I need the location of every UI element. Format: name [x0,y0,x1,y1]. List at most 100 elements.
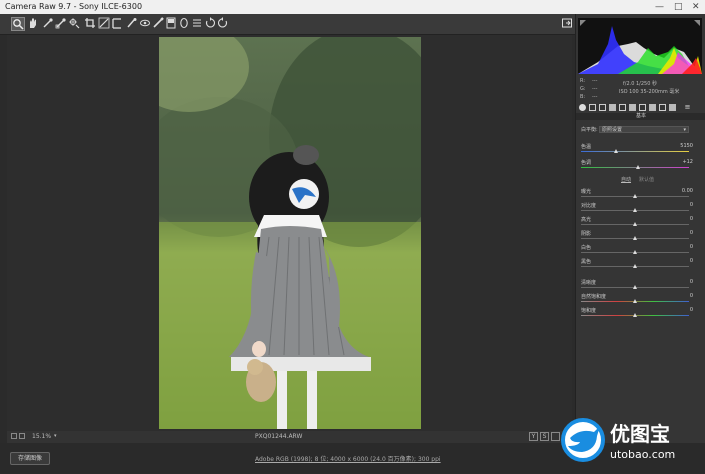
slider-thumb[interactable] [633,313,637,317]
slider-value[interactable]: 0 [690,258,693,264]
adjustment-brush-icon[interactable] [138,17,152,31]
minimize-button[interactable]: — [655,0,664,14]
zoom-out-button[interactable] [11,433,17,439]
camera-calibration-tab-icon[interactable] [649,104,656,111]
slider-value[interactable]: 0 [690,293,693,299]
settings-icon[interactable] [551,432,560,441]
zoom-level[interactable]: 15.1% [32,433,51,440]
slider-label: 对比度 [581,203,597,209]
camera-info: R: --- G: --- B: --- f/2.0 1/250 秒 ISO 1… [578,76,702,102]
graduated-filter-icon[interactable] [151,17,165,31]
slider-thumb[interactable] [613,149,618,153]
detail-tab-icon[interactable] [599,104,606,111]
r-value: --- [592,78,598,84]
lens-tab-icon[interactable] [629,104,636,111]
slider-value[interactable]: 0 [690,216,693,222]
slider-thumb[interactable] [633,222,637,226]
color-sampler-icon[interactable] [54,17,68,31]
rotate-left-icon[interactable] [203,17,217,31]
slider-label: 饱和度 [581,308,597,314]
slider-thumb[interactable] [633,208,637,212]
zoom-icon[interactable] [11,17,25,31]
default-link[interactable]: 默认值 [639,176,654,183]
slider-value[interactable]: 0 [690,244,693,250]
slider-thumb[interactable] [633,285,637,289]
fullscreen-icon[interactable] [560,17,574,31]
slider-thumb[interactable] [633,236,637,240]
slider-thumb[interactable] [633,194,637,198]
slider-label: 高光 [581,217,592,223]
spot-removal-icon[interactable] [110,17,124,31]
hand-icon[interactable] [26,17,40,31]
watermark-brand: 优图宝 [610,422,670,446]
white-balance-label: 白平衡: [581,127,598,133]
zoom-in-button[interactable] [19,433,25,439]
chevron-down-icon: ▾ [683,127,686,133]
slider-row: 清晰度 0 [581,279,693,291]
hsl-tab-icon[interactable] [609,104,616,111]
slider-value[interactable]: 0 [690,230,693,236]
white-balance-icon[interactable] [41,17,55,31]
slider-value[interactable]: 0 [690,279,693,285]
auto-link[interactable]: 自动 [621,176,631,183]
preview-bottom-bar: 15.1% ▾ PXQ01244.ARW Y S [7,431,572,443]
slider-track[interactable] [581,151,689,152]
chevron-down-icon[interactable]: ▾ [54,433,57,439]
b-value: --- [592,94,598,100]
g-value: --- [592,86,598,92]
slider-row: 曝光 0.00 [581,188,693,200]
watermark-logo: 优图宝 utobao.com [560,410,705,470]
slider-thumb[interactable] [636,165,641,169]
compare-button[interactable]: S [540,432,549,441]
slider-thumb[interactable] [633,299,637,303]
radial-filter-icon[interactable] [164,17,178,31]
g-label: G: [580,86,586,92]
slider-thumb[interactable] [633,250,637,254]
slider-row: 饱和度 0 [581,307,693,319]
slider-label: 阴影 [581,231,592,237]
save-image-button[interactable]: 存储图像 [10,452,50,465]
iso-focal: ISO 100 35-200mm 毫米 [619,89,680,95]
presets-tab-icon[interactable] [659,104,666,111]
slider-row: 白色 0 [581,244,693,256]
close-button[interactable]: ✕ [692,0,700,14]
slider-value[interactable]: 5150 [680,143,693,149]
slider-label: 自然饱和度 [581,294,607,300]
adjustment-panel: R: --- G: --- B: --- f/2.0 1/250 秒 ISO 1… [575,14,705,443]
workflow-options-link[interactable]: Adobe RGB (1998); 8 位; 4000 x 6000 (24.0… [255,454,441,463]
red-eye-icon[interactable] [125,17,139,31]
slider-value[interactable]: 0 [690,307,693,313]
snapshots-tab-icon[interactable] [669,104,676,111]
straighten-icon[interactable] [97,17,111,31]
slider-row: 高光 0 [581,216,693,228]
tone-curve-tab-icon[interactable] [589,104,596,111]
rotate-right-icon[interactable] [216,17,230,31]
slider-value[interactable]: 0 [690,202,693,208]
split-toning-tab-icon[interactable] [619,104,626,111]
slider-track[interactable] [581,167,689,168]
white-balance-select[interactable]: 原照设置 ▾ [599,126,689,133]
watermark-url: utobao.com [610,448,676,461]
slider-row: 自然饱和度 0 [581,293,693,305]
panel-header: 基本 [576,113,705,120]
slider-label: 色调 [581,160,592,166]
preferences-icon[interactable] [177,17,191,31]
slider-row: 对比度 0 [581,202,693,214]
photo-preview[interactable] [159,37,421,429]
auto-default-row: 自动 默认值 [581,176,691,183]
slider-value[interactable]: +12 [682,159,693,165]
list-icon[interactable] [190,17,204,31]
title-bar: Camera Raw 9.7 - Sony ILCE-6300 — □ ✕ [0,0,705,14]
slider-thumb[interactable] [633,264,637,268]
maximize-button[interactable]: □ [674,0,683,14]
basic-tab-icon[interactable] [579,104,586,111]
targeted-adjust-icon[interactable] [67,17,81,31]
effects-tab-icon[interactable] [639,104,646,111]
slider-value[interactable]: 0.00 [682,188,693,194]
crop-icon[interactable] [83,17,97,31]
slider-row: 色调 +12 [581,159,693,171]
before-after-button[interactable]: Y [529,432,538,441]
filename: PXQ01244.ARW [255,433,303,440]
menu-icon[interactable]: ≡ [684,104,691,111]
r-label: R: [580,78,586,84]
